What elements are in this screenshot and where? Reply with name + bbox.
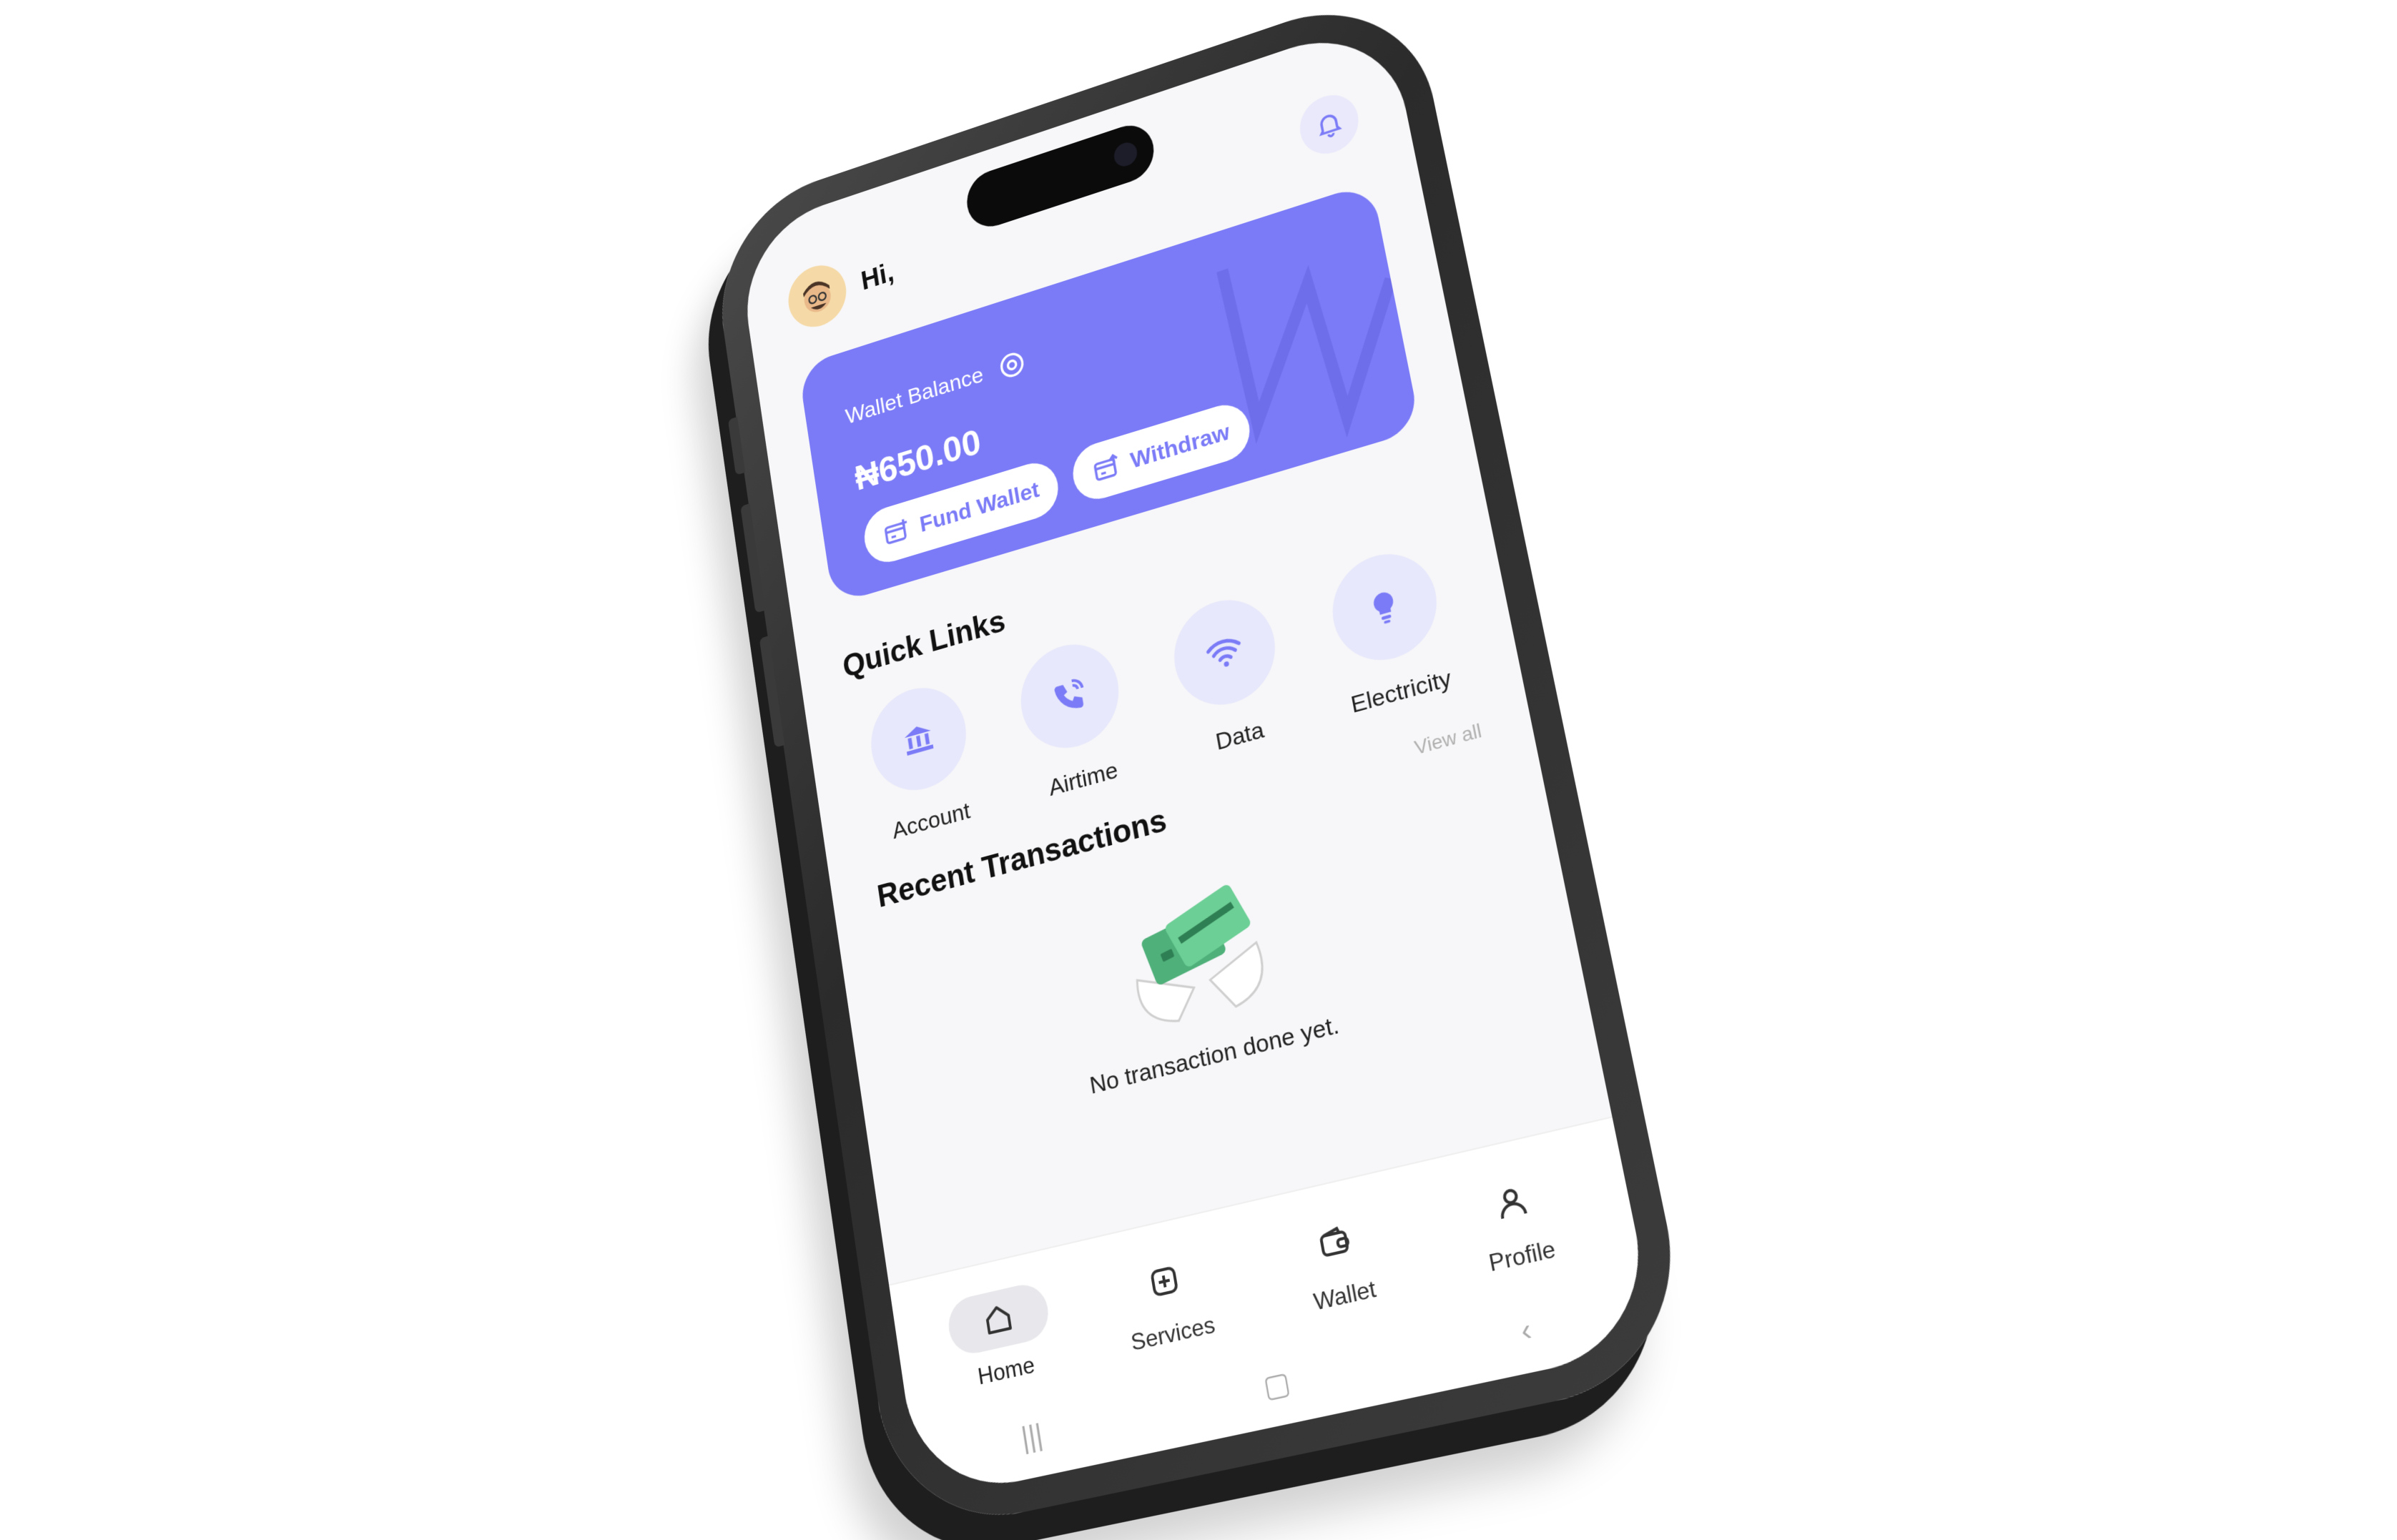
home-nav-icon[interactable]: ▢ [1261, 1365, 1293, 1405]
tab-list: Home Services Wallet Profile [932, 1158, 1594, 1398]
quick-link-airtime[interactable]: Airtime [998, 628, 1151, 810]
quick-link-circle [865, 676, 973, 801]
tab-icon-wrap [1109, 1241, 1220, 1321]
recents-nav-icon[interactable]: ||| [1019, 1418, 1045, 1456]
wallet-icon [1315, 1221, 1355, 1264]
wifi-icon [1203, 628, 1246, 676]
tab-services[interactable]: Services [1096, 1238, 1240, 1361]
plus-square-icon [1145, 1260, 1183, 1303]
quick-link-label: Account [891, 798, 973, 845]
quick-link-circle [1166, 588, 1284, 716]
tab-label: Profile [1487, 1235, 1558, 1277]
quick-link-data[interactable]: Data [1150, 583, 1309, 768]
withdraw-label: Withdraw [1128, 419, 1231, 474]
notification-button[interactable] [1295, 87, 1364, 162]
cards-illustration-icon [1097, 859, 1295, 1043]
home-icon [980, 1298, 1017, 1340]
quick-link-circle [1324, 542, 1445, 673]
fund-wallet-icon [881, 514, 912, 551]
quick-link-label: Airtime [1047, 757, 1120, 802]
wallet-balance-label: Wallet Balance [844, 362, 985, 430]
quick-link-label: Electricity [1349, 665, 1454, 719]
bulb-icon [1362, 583, 1407, 631]
bell-icon [1312, 106, 1347, 143]
tab-label: Services [1129, 1311, 1217, 1356]
tab-icon-wrap [1278, 1202, 1393, 1283]
user-icon [1491, 1180, 1532, 1224]
view-all-link[interactable]: View all [1412, 719, 1483, 759]
eye-icon[interactable] [995, 347, 1028, 383]
bank-icon [898, 716, 939, 762]
fund-wallet-label: Fund Wallet [918, 477, 1041, 538]
tab-icon-wrap [945, 1280, 1052, 1358]
phone-icon [1048, 673, 1091, 720]
tab-label: Wallet [1311, 1275, 1378, 1316]
quick-link-account[interactable]: Account [849, 672, 996, 852]
tab-label: Home [976, 1351, 1037, 1391]
withdraw-button[interactable]: Withdraw [1069, 398, 1254, 505]
wallet-balance-label-row: Wallet Balance [844, 347, 1028, 431]
quick-link-circle [1013, 633, 1126, 759]
avatar[interactable] [784, 257, 850, 335]
phone-mockup: Hi, Wallet Balance ₦650.00 Fund Wallet W… [707, 0, 1697, 1539]
tab-profile[interactable]: Profile [1438, 1158, 1594, 1285]
withdraw-icon [1090, 450, 1123, 488]
tab-wallet[interactable]: Wallet [1264, 1199, 1414, 1324]
avatar-face-icon [793, 268, 841, 325]
camera-lens [1112, 139, 1138, 169]
greeting-text: Hi, [859, 257, 896, 297]
quick-link-label: Data [1214, 716, 1266, 756]
quick-link-electricity[interactable]: Electricity [1307, 537, 1472, 724]
tab-icon-wrap [1452, 1161, 1572, 1244]
back-nav-icon[interactable]: ‹ [1518, 1313, 1535, 1350]
tab-home[interactable]: Home [932, 1277, 1071, 1398]
scene: Hi, Wallet Balance ₦650.00 Fund Wallet W… [0, 0, 2397, 1496]
